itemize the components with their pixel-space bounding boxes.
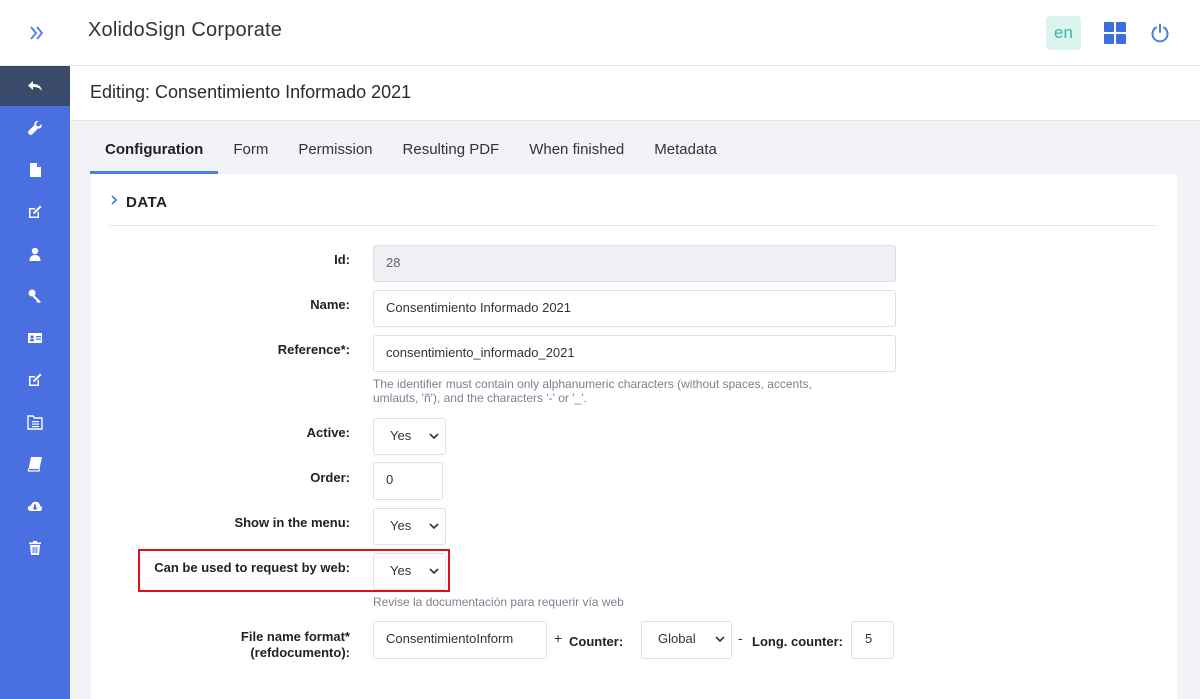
sidebar-item-back[interactable] <box>0 66 70 106</box>
tab-configuration[interactable]: Configuration <box>90 138 219 174</box>
chevron-down-icon <box>429 568 439 575</box>
sidebar-item-settings[interactable] <box>0 108 70 148</box>
active-select[interactable]: Yes <box>373 418 446 455</box>
name-input[interactable]: Consentimiento Informado 2021 <box>373 290 896 327</box>
sidebar-item-book[interactable] <box>0 444 70 484</box>
sidebar-item-trash[interactable] <box>0 528 70 568</box>
id-field: 28 <box>373 245 896 282</box>
tab-metadata[interactable]: Metadata <box>639 138 732 174</box>
tab-permission[interactable]: Permission <box>283 138 387 174</box>
cloud-download-icon <box>27 501 43 511</box>
counter-label: Counter: <box>569 634 624 649</box>
web-request-select[interactable]: Yes <box>373 553 446 590</box>
top-header: XolidoSign Corporate en <box>0 0 1200 66</box>
language-button[interactable]: en <box>1046 16 1081 50</box>
edit-alt-icon <box>29 373 42 386</box>
config-panel: DATA Id: 28 Name: Consentimiento Informa… <box>91 174 1177 699</box>
counter-select-value: Global <box>658 631 696 646</box>
key-icon <box>28 289 41 303</box>
chevron-down-icon <box>429 523 439 530</box>
counter-select[interactable]: Global <box>641 621 732 659</box>
long-counter-label: Long. counter: <box>752 634 843 649</box>
sidebar-item-folder[interactable] <box>0 402 70 442</box>
app-title: XolidoSign Corporate <box>88 19 283 41</box>
folder-list-icon <box>27 415 43 430</box>
wrench-icon <box>27 120 42 136</box>
book-icon <box>27 457 42 472</box>
web-request-help: Revise la documentación para requerir ví… <box>373 595 624 609</box>
order-input[interactable]: 0 <box>373 462 443 500</box>
page-title: Editing: Consentimiento Informado 2021 <box>90 82 412 102</box>
tab-bar: Configuration Form Permission Resulting … <box>90 138 732 174</box>
reference-help-line1: The identifier must contain only alphanu… <box>373 377 812 391</box>
active-select-value: Yes <box>390 428 412 443</box>
tab-when-finished[interactable]: When finished <box>514 138 639 174</box>
chevron-down-icon <box>429 433 439 440</box>
id-card-icon <box>28 333 42 343</box>
section-title: DATA <box>126 194 168 211</box>
sidebar-item-download[interactable] <box>0 486 70 526</box>
grid-icon[interactable] <box>1104 22 1126 44</box>
page-header: Editing: Consentimiento Informado 2021 <box>70 66 1200 121</box>
document-icon <box>30 163 41 177</box>
chevron-double-right-icon[interactable] <box>24 22 50 48</box>
show-menu-select-value: Yes <box>390 518 412 533</box>
file-name-label-line1: File name format* <box>240 629 350 644</box>
chevron-down-icon <box>715 636 725 643</box>
sidebar-item-edit[interactable] <box>0 192 70 232</box>
tab-form[interactable]: Form <box>218 138 283 174</box>
reference-input[interactable]: consentimiento_informado_2021 <box>373 335 896 372</box>
section-header-data[interactable]: DATA <box>109 192 1157 226</box>
reference-help-line2: umlauts, 'ñ'), and the characters '-' or… <box>373 391 587 405</box>
minus-sign: - <box>738 630 743 646</box>
web-request-label: Can be used to request by web: <box>154 560 350 575</box>
tab-resulting-pdf[interactable]: Resulting PDF <box>388 138 515 174</box>
file-name-label-line2: (refdocumento): <box>250 645 350 660</box>
sidebar-item-users[interactable] <box>0 234 70 274</box>
long-counter-input[interactable]: 5 <box>851 621 894 659</box>
sidebar-item-edit-alt[interactable] <box>0 360 70 400</box>
file-name-input[interactable]: ConsentimientoInform <box>373 621 547 659</box>
show-menu-label: Show in the menu: <box>234 515 350 530</box>
main-content: Editing: Consentimiento Informado 2021 C… <box>70 66 1200 699</box>
order-label: Order: <box>310 470 350 485</box>
plus-sign: + <box>554 630 563 646</box>
back-arrow-icon <box>28 81 42 91</box>
show-menu-select[interactable]: Yes <box>373 508 446 545</box>
sidebar-item-documents[interactable] <box>0 150 70 190</box>
trash-icon <box>29 541 41 555</box>
power-icon[interactable] <box>1149 22 1171 44</box>
reference-label: Reference*: <box>277 342 350 357</box>
user-icon <box>29 247 41 261</box>
sidebar <box>0 66 70 699</box>
sidebar-item-id-card[interactable] <box>0 318 70 358</box>
id-label: Id: <box>334 252 350 267</box>
chevron-right-icon <box>109 193 119 210</box>
name-label: Name: <box>310 297 350 312</box>
sidebar-item-keys[interactable] <box>0 276 70 316</box>
edit-icon <box>29 205 42 218</box>
active-label: Active: <box>306 425 350 440</box>
web-request-select-value: Yes <box>390 563 412 578</box>
